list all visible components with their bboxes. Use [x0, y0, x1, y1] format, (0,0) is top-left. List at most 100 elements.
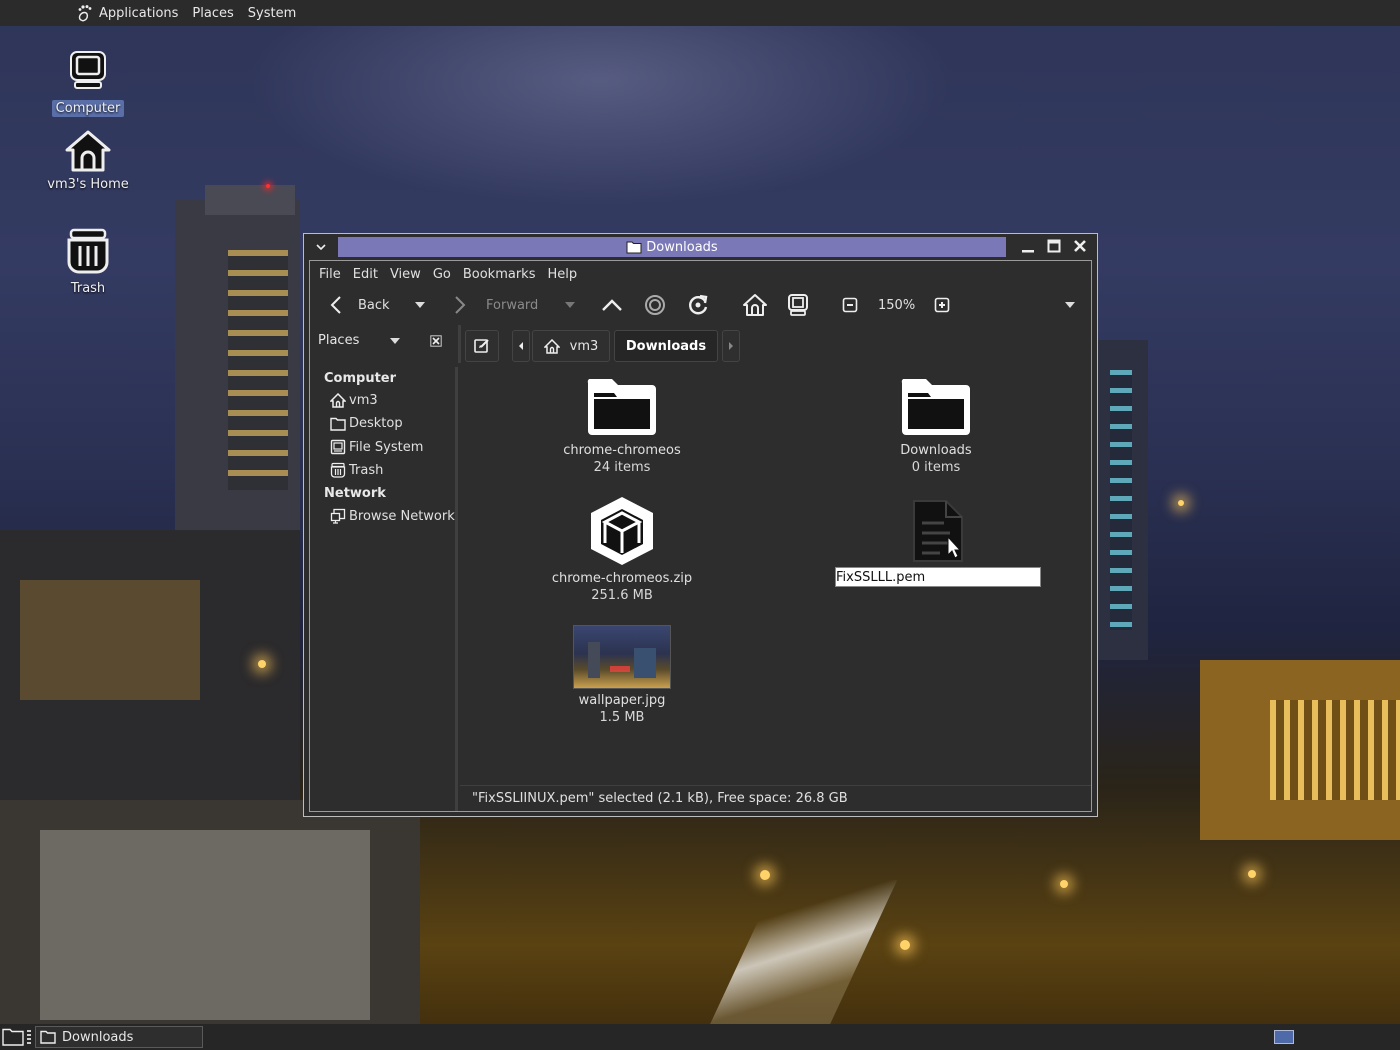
- file-item[interactable]: chrome-chromeos.zip 251.6 MB: [522, 495, 722, 603]
- desktop-icon-trash[interactable]: Trash: [38, 226, 138, 297]
- places-menu[interactable]: Places: [185, 0, 240, 26]
- crumb-scroll-right-button[interactable]: [722, 330, 740, 362]
- home-button[interactable]: [742, 287, 768, 323]
- maximize-button[interactable]: [1045, 237, 1063, 255]
- computer-button[interactable]: [786, 287, 810, 323]
- dropdown-arrow-icon: [1065, 302, 1075, 308]
- close-button[interactable]: [1071, 237, 1089, 255]
- file-view[interactable]: chrome-chromeos 24 items Downloads 0 ite…: [460, 367, 1091, 783]
- crumb-downloads[interactable]: Downloads: [614, 330, 718, 362]
- rename-field[interactable]: [835, 567, 1041, 587]
- file-item[interactable]: Downloads 0 items: [836, 373, 1036, 475]
- dropdown-arrow-icon: [565, 302, 575, 308]
- sidebar-heading-network: Network: [324, 486, 386, 501]
- menu-help[interactable]: Help: [541, 267, 583, 282]
- folder-icon: [587, 379, 656, 435]
- back-arrow-icon: [330, 296, 341, 314]
- show-desktop-button[interactable]: [2, 1028, 24, 1050]
- sidebar-item-desktop[interactable]: Desktop: [330, 416, 403, 431]
- forward-label: Forward: [486, 297, 539, 313]
- back-history-button[interactable]: [414, 287, 426, 323]
- folder-icon: [330, 417, 346, 431]
- system-menu[interactable]: System: [241, 0, 303, 26]
- back-button[interactable]: Back: [328, 287, 390, 323]
- bottom-panel: Downloads: [0, 1024, 1400, 1050]
- sidebar-item-browse-network[interactable]: Browse Network: [330, 508, 455, 524]
- file-meta: 0 items: [911, 460, 961, 475]
- zoom-out-button[interactable]: [842, 287, 858, 323]
- taskbar-button-downloads[interactable]: Downloads: [35, 1026, 203, 1048]
- location-bar: Places vm3 Downloads: [310, 323, 1091, 363]
- file-item[interactable]: wallpaper.jpg 1.5 MB: [522, 625, 722, 725]
- close-sidebar-button[interactable]: [430, 335, 442, 351]
- up-arrow-icon: [602, 299, 622, 311]
- home-icon: [743, 294, 767, 316]
- close-icon: [1074, 240, 1086, 252]
- maximize-icon: [1047, 239, 1061, 253]
- gnome-foot-icon: [78, 5, 92, 22]
- dropdown-arrow-icon: [415, 302, 425, 308]
- menu-view[interactable]: View: [384, 267, 427, 282]
- sidebar-item-file-system[interactable]: File System: [330, 439, 423, 455]
- folder-icon: [626, 241, 642, 254]
- crumb-scroll-left-button[interactable]: [512, 330, 530, 362]
- sidebar-item-label: Desktop: [349, 416, 403, 431]
- file-name: chrome-chromeos: [563, 443, 681, 458]
- zoom-in-icon: [934, 297, 950, 313]
- file-name: chrome-chromeos.zip: [551, 571, 693, 586]
- panel-handle[interactable]: [27, 1030, 31, 1044]
- document-icon: [913, 500, 963, 562]
- toggle-location-entry-button[interactable]: [465, 330, 499, 362]
- up-button[interactable]: [600, 287, 624, 323]
- package-icon: [591, 497, 653, 565]
- desktop-icon-home[interactable]: vm3's Home: [38, 128, 138, 193]
- folder-icon: [2, 1028, 24, 1046]
- drive-icon: [330, 439, 346, 455]
- sidebar-selector[interactable]: Places: [318, 333, 401, 348]
- toolbar-overflow-button[interactable]: [1064, 287, 1076, 323]
- window-titlebar[interactable]: Downloads: [304, 234, 1097, 259]
- menu-bookmarks[interactable]: Bookmarks: [457, 267, 542, 282]
- home-icon: [330, 393, 346, 408]
- crumb-vm3[interactable]: vm3: [532, 330, 610, 362]
- applications-label: Applications: [99, 5, 179, 21]
- applications-menu[interactable]: Applications: [68, 0, 185, 26]
- menubar: File Edit View Go Bookmarks Help: [310, 261, 1091, 287]
- stop-button[interactable]: [644, 287, 666, 323]
- sidebar-item-trash[interactable]: Trash: [330, 462, 383, 478]
- workspace-switcher[interactable]: [1274, 1030, 1294, 1044]
- folder-icon: [40, 1030, 56, 1044]
- divider: [458, 325, 461, 363]
- file-meta: 24 items: [593, 460, 651, 475]
- forward-history-button[interactable]: [564, 287, 576, 323]
- stop-icon: [645, 295, 665, 315]
- file-meta: 1.5 MB: [599, 710, 645, 725]
- forward-button[interactable]: Forward: [452, 287, 538, 323]
- file-item[interactable]: chrome-chromeos 24 items: [522, 373, 722, 475]
- zoom-level[interactable]: 150%: [878, 287, 915, 323]
- window-content: File Edit View Go Bookmarks Help Back Fo…: [309, 260, 1092, 812]
- network-icon: [330, 508, 346, 524]
- desktop-icon-computer[interactable]: Computer: [38, 48, 138, 117]
- file-manager-window: Downloads File Edit View Go Bookmarks He…: [303, 233, 1098, 817]
- menu-edit[interactable]: Edit: [347, 267, 384, 282]
- window-title-strip[interactable]: Downloads: [338, 237, 1006, 257]
- desktop-icon-label: vm3's Home: [47, 177, 129, 192]
- sidebar-heading-computer: Computer: [324, 371, 397, 386]
- reload-button[interactable]: [686, 287, 710, 323]
- menu-file[interactable]: File: [313, 267, 347, 282]
- menu-go[interactable]: Go: [427, 267, 457, 282]
- minimize-icon: [1022, 250, 1034, 253]
- sidebar-item-label: vm3: [349, 393, 378, 408]
- window-menu-button[interactable]: [310, 238, 332, 256]
- toolbar: Back Forward 150%: [310, 287, 1091, 323]
- zoom-in-button[interactable]: [934, 287, 950, 323]
- desktop-icon-label: Trash: [70, 281, 106, 296]
- folder-icon: [901, 379, 970, 435]
- sidebar-item-vm3[interactable]: vm3: [330, 393, 378, 408]
- arrow-left-icon: [519, 342, 523, 350]
- file-item-renaming[interactable]: [835, 499, 1041, 587]
- dropdown-arrow-icon: [390, 337, 401, 344]
- minimize-button[interactable]: [1019, 237, 1037, 255]
- close-icon: [430, 335, 442, 347]
